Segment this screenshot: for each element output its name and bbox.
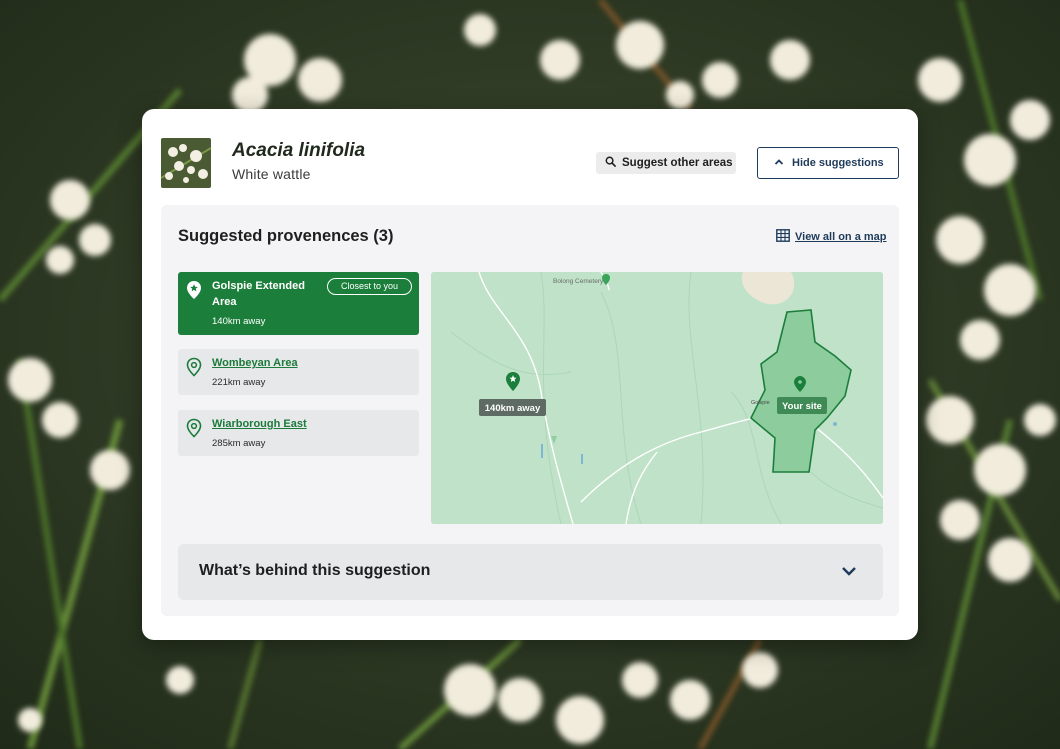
map-place-label-golspie: Golspie xyxy=(751,400,770,406)
closest-badge: Closest to you xyxy=(327,278,412,295)
species-thumbnail xyxy=(161,138,211,188)
suggestions-panel: Suggested provenences (3) View all on a … xyxy=(161,205,899,616)
view-all-on-map-label: View all on a map xyxy=(795,231,887,243)
provenance-item-golspie[interactable]: Golspie Extended Area Closest to you 140… xyxy=(178,272,419,335)
provenance-name[interactable]: Wiarborough East xyxy=(212,418,307,430)
map-place-label-bolong: Bolong Cemetery xyxy=(553,278,604,285)
provenance-item-wiarborough[interactable]: Wiarborough East 285km away xyxy=(178,410,419,456)
map-grid-icon xyxy=(776,229,790,245)
view-all-on-map-link[interactable]: View all on a map xyxy=(776,229,887,245)
marker-distance-label: 140km away xyxy=(485,403,541,414)
chevron-up-icon xyxy=(774,157,784,169)
search-icon xyxy=(605,156,616,170)
provenance-distance: 221km away xyxy=(212,377,266,388)
suggestion-explainer-accordion[interactable]: What’s behind this suggestion xyxy=(178,544,883,600)
common-name: White wattle xyxy=(232,166,311,182)
provenance-item-wombeyan[interactable]: Wombeyan Area 221km away xyxy=(178,349,419,395)
provenance-name[interactable]: Wombeyan Area xyxy=(212,357,298,369)
provenance-distance: 140km away xyxy=(212,316,266,327)
suggest-other-areas-label: Suggest other areas xyxy=(622,157,733,169)
your-site-label: Your site xyxy=(782,401,822,412)
suggest-other-areas-button[interactable]: Suggest other areas xyxy=(596,152,736,174)
hide-suggestions-button[interactable]: Hide suggestions xyxy=(757,147,899,179)
chevron-down-icon[interactable] xyxy=(841,564,857,582)
location-pin-icon xyxy=(186,418,202,443)
species-name: Acacia linifolia xyxy=(232,140,366,161)
provenance-distance: 285km away xyxy=(212,438,266,449)
provenance-name: Golspie Extended Area xyxy=(212,280,305,308)
panel-title: Suggested provenences (3) xyxy=(178,227,394,245)
hide-suggestions-label: Hide suggestions xyxy=(792,157,884,169)
accordion-label: What’s behind this suggestion xyxy=(199,562,431,579)
species-card: Acacia linifolia White wattle Suggest ot… xyxy=(142,109,918,640)
location-pin-icon xyxy=(186,357,202,382)
map-place-label: Bolong Cemetery xyxy=(553,278,604,285)
provenance-map[interactable]: Bolong Cemetery Golspie 140km away Your … xyxy=(431,272,883,524)
star-pin-icon xyxy=(186,280,202,305)
